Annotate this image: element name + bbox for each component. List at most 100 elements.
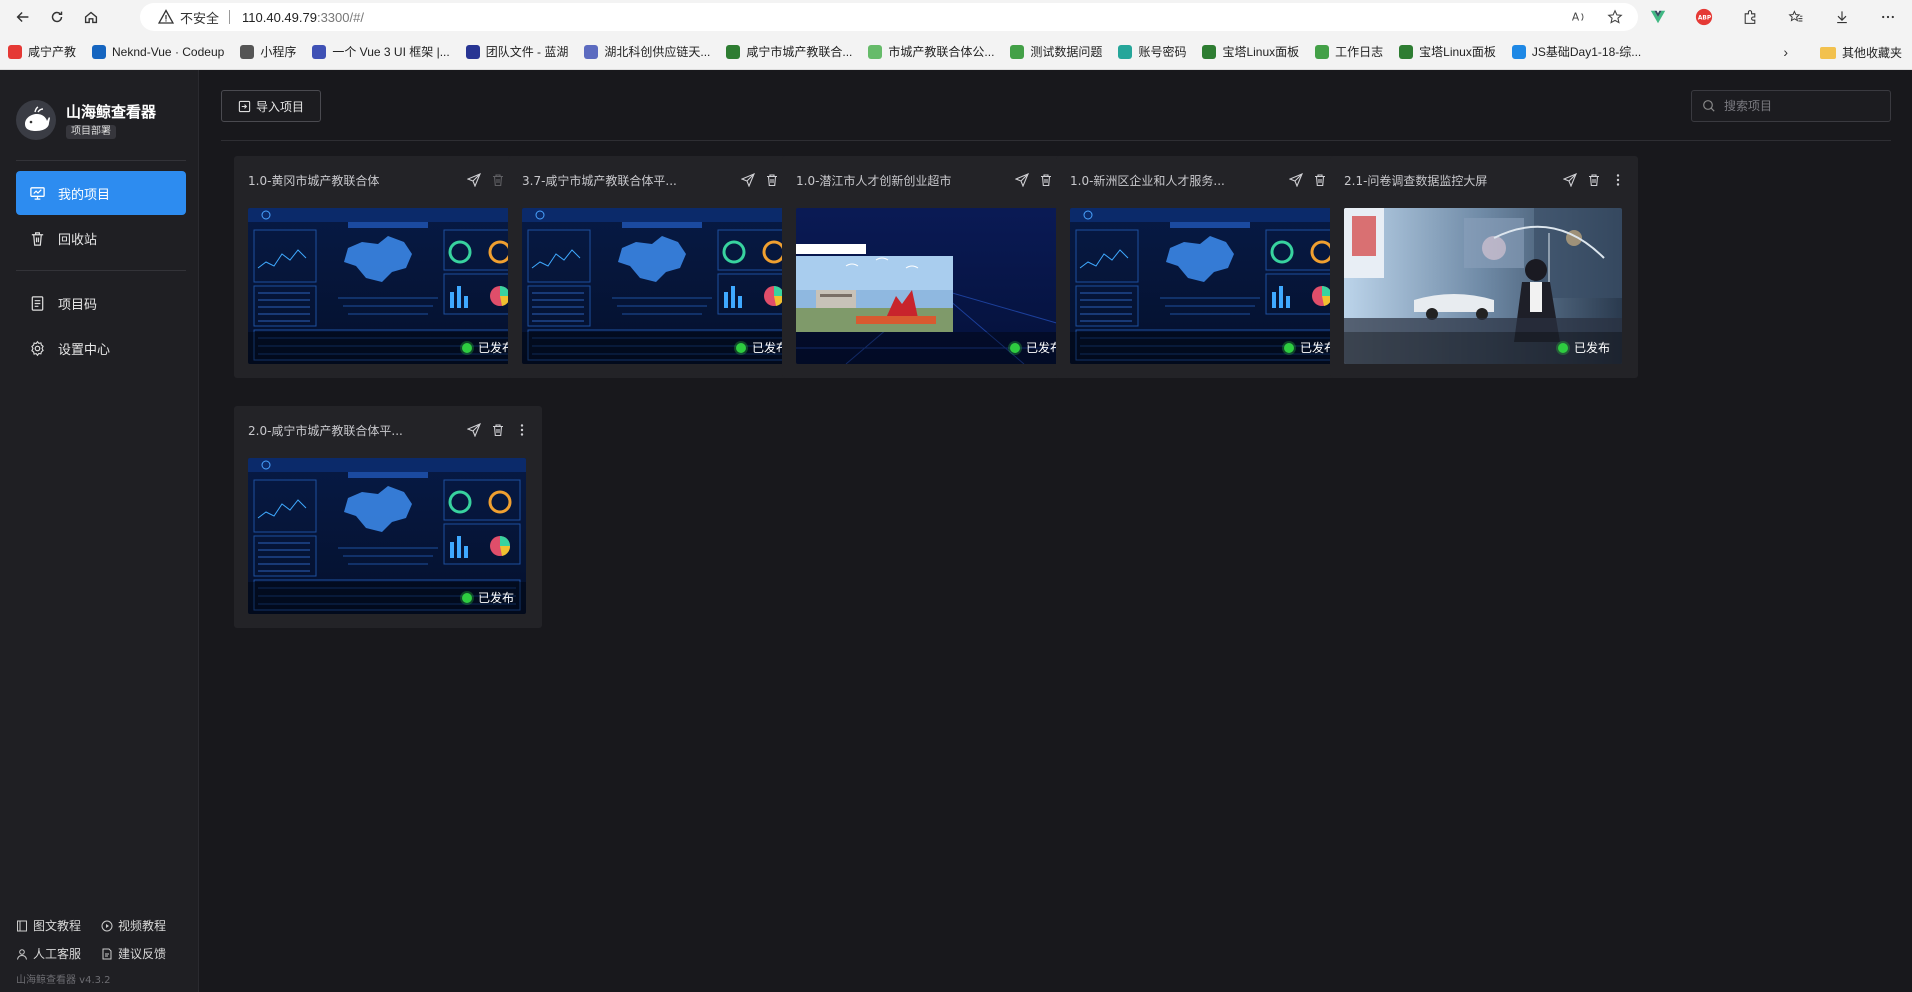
bookmark-item[interactable]: Neknd-Vue · Codeup — [92, 44, 224, 59]
video-tutorial-link[interactable]: 视频教程 — [101, 917, 166, 934]
send-icon[interactable] — [740, 172, 756, 188]
bookmark-favicon-icon — [312, 44, 327, 59]
more-vertical-icon[interactable] — [1610, 172, 1626, 188]
send-icon[interactable] — [1288, 172, 1304, 188]
bookmark-item[interactable]: 工作日志 — [1315, 43, 1383, 60]
bookmark-item[interactable]: JS基础Day1-18-综... — [1511, 43, 1641, 60]
project-title: 2.0-咸宁市城产教联合体平... — [248, 423, 403, 438]
bookmark-item[interactable]: 咸宁市城产教联合... — [726, 43, 852, 60]
security-warning[interactable]: 不安全 — [158, 8, 219, 27]
bookmark-item[interactable]: 小程序 — [240, 43, 296, 60]
project-card[interactable]: 2.0-咸宁市城产教联合体平... 已发布 — [234, 406, 542, 628]
menu-settings[interactable]: 设置中心 — [16, 326, 186, 370]
bookmarks-overflow-chevron-icon[interactable]: › — [1783, 44, 1788, 60]
menu-recycle-bin-label: 回收站 — [58, 232, 98, 248]
bookmark-favicon-icon — [1511, 44, 1526, 59]
bookmark-favicon-icon — [465, 44, 480, 59]
project-card[interactable]: 1.0-新洲区企业和人才服务... 已发布 — [1056, 156, 1364, 378]
favorites-icon[interactable] — [1786, 7, 1806, 27]
bookmark-item[interactable]: 宝塔Linux面板 — [1399, 43, 1496, 60]
send-icon[interactable] — [1014, 172, 1030, 188]
address-bar[interactable]: 不安全 110.40.49.79:3300/#/ A — [140, 3, 1638, 31]
reload-icon[interactable] — [46, 6, 68, 28]
search-box — [1691, 90, 1891, 122]
status-badge: 已发布 — [461, 339, 514, 356]
url-path: :3300/#/ — [316, 9, 364, 25]
import-project-button[interactable]: 导入项目 — [221, 90, 321, 122]
trash-icon[interactable] — [490, 422, 506, 438]
bookmark-label: 咸宁产教 — [28, 45, 77, 59]
send-icon[interactable] — [466, 172, 482, 188]
bookmark-item[interactable]: 账号密码 — [1118, 43, 1186, 60]
favorite-star-icon[interactable] — [1606, 8, 1624, 26]
bookmarks-bar: 咸宁产教 Neknd-Vue · Codeup 小程序 一个 Vue 3 UI 框架 … — [0, 34, 1912, 70]
support-label: 人工客服 — [33, 947, 82, 961]
project-card[interactable]: 2.1-问卷调查数据监控大屏已发布 — [1330, 156, 1638, 378]
extensions-puzzle-icon[interactable] — [1740, 7, 1760, 27]
status-badge: 已发布 — [735, 339, 788, 356]
import-icon — [238, 100, 251, 112]
feedback-link[interactable]: 建议反馈 — [101, 945, 166, 962]
published-dot-icon — [735, 342, 746, 353]
more-menu-icon[interactable] — [1878, 7, 1898, 27]
bookmark-item[interactable]: 湖北科创供应链天... — [584, 43, 710, 60]
whale-logo-icon — [16, 100, 56, 140]
sidebar-divider — [16, 270, 186, 271]
doc-tutorial-link[interactable]: 图文教程 — [16, 917, 81, 934]
home-icon[interactable] — [80, 6, 102, 28]
bookmark-item[interactable]: 市城产教联合体公... — [868, 43, 994, 60]
bookmark-item[interactable]: 团队文件 - 蓝湖 — [465, 43, 568, 60]
trash-icon[interactable] — [1312, 172, 1328, 188]
bookmark-favicon-icon — [8, 44, 22, 59]
project-thumbnail[interactable]: 已发布 — [248, 458, 526, 614]
trash-icon[interactable] — [490, 172, 506, 188]
back-icon[interactable] — [12, 6, 34, 28]
project-title: 3.7-咸宁市城产教联合体平... — [522, 173, 677, 188]
trash-icon[interactable] — [1586, 172, 1602, 188]
svg-text:ABP: ABP — [1698, 16, 1712, 22]
download-icon[interactable] — [1832, 7, 1852, 27]
project-card[interactable]: 1.0-黄冈市城产教联合体 已发布 — [234, 156, 542, 378]
url-host: 110.40.49.79 — [242, 9, 317, 25]
trash-icon — [28, 229, 46, 247]
app-title: 山海鲸查看器 — [66, 103, 157, 121]
project-thumbnail[interactable]: 已发布 — [522, 208, 800, 364]
send-icon[interactable] — [466, 422, 482, 438]
menu-project-code[interactable]: 项目码 — [16, 281, 186, 325]
project-thumbnail[interactable]: 已发布 — [1070, 208, 1348, 364]
video-tutorial-label: 视频教程 — [118, 919, 167, 933]
project-card[interactable]: 3.7-咸宁市城产教联合体平... 已发布 — [508, 156, 816, 378]
project-card[interactable]: 1.0-潜江市人才创新创业超市 已发布 — [782, 156, 1090, 378]
deploy-badge: 项目部署 — [66, 125, 116, 139]
menu-my-projects[interactable]: 我的项目 — [16, 171, 186, 215]
read-aloud-icon[interactable]: A — [1570, 8, 1588, 26]
bookmark-favicon-icon — [868, 44, 883, 59]
send-icon[interactable] — [1562, 172, 1578, 188]
vue-devtools-icon[interactable] — [1648, 7, 1668, 27]
project-thumbnail[interactable]: 已发布 — [796, 208, 1074, 364]
bookmark-label: 工作日志 — [1335, 45, 1384, 59]
bookmark-item[interactable]: 测试数据问题 — [1010, 43, 1102, 60]
search-input[interactable] — [1724, 99, 1874, 113]
trash-icon[interactable] — [1038, 172, 1054, 188]
trash-icon[interactable] — [764, 172, 780, 188]
adblock-icon[interactable]: ABP — [1694, 7, 1714, 27]
bookmark-label: 一个 Vue 3 UI 框架 |... — [332, 45, 450, 59]
bookmark-favicon-icon — [92, 44, 107, 59]
support-link[interactable]: 人工客服 — [16, 945, 81, 962]
bookmark-item[interactable]: 一个 Vue 3 UI 框架 |... — [312, 43, 450, 60]
more-vertical-icon[interactable] — [514, 422, 530, 438]
status-label: 已发布 — [477, 591, 514, 605]
published-dot-icon — [461, 342, 472, 353]
other-bookmarks-folder[interactable]: 其他收藏夹 — [1819, 44, 1902, 61]
menu-recycle-bin[interactable]: 回收站 — [16, 216, 186, 260]
project-thumbnail[interactable]: 已发布 — [1344, 208, 1622, 364]
version-label: 山海鲸查看器 v4.3.2 — [16, 975, 111, 986]
bookmark-favicon-icon — [1010, 44, 1025, 59]
project-thumbnail[interactable]: 已发布 — [248, 208, 526, 364]
bookmark-item[interactable]: 咸宁产教 — [8, 43, 76, 60]
bookmark-item[interactable]: 宝塔Linux面板 — [1202, 43, 1299, 60]
project-title: 2.1-问卷调查数据监控大屏 — [1344, 173, 1488, 188]
user-icon — [16, 948, 28, 960]
sidebar-divider — [16, 160, 186, 161]
